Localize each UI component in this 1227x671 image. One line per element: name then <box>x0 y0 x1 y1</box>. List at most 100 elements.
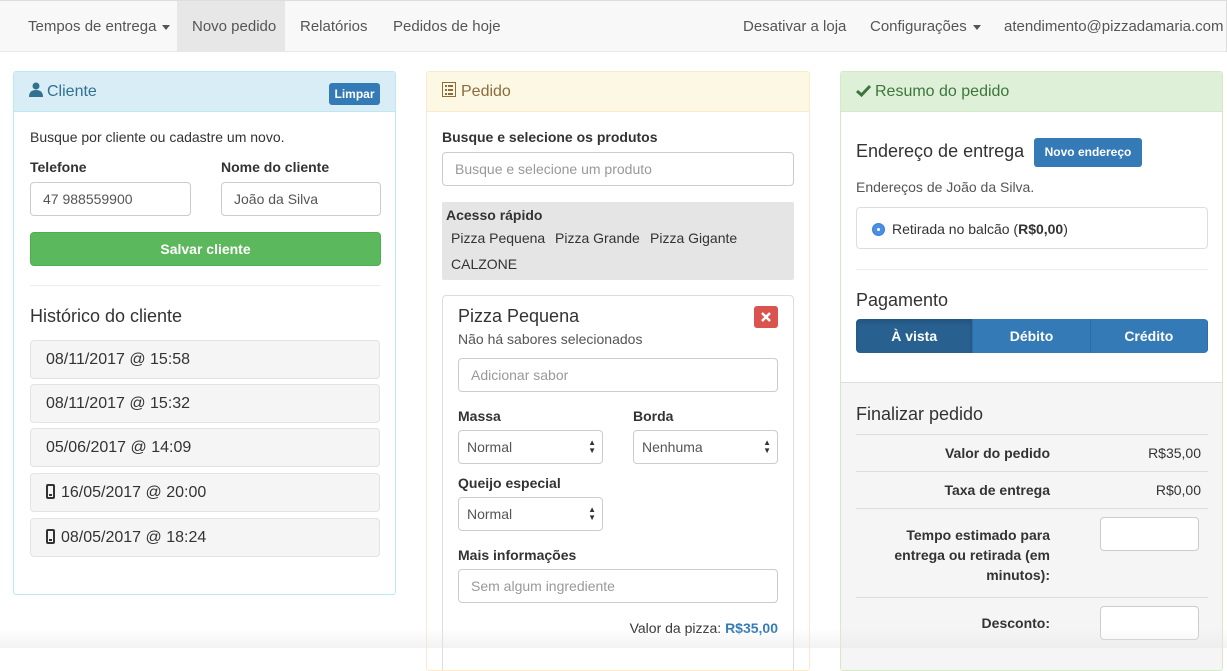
quick-calzone[interactable]: CALZONE <box>451 256 517 272</box>
divider <box>856 508 1208 509</box>
divider <box>856 597 1208 598</box>
pagamento-button-group: À vista Débito Crédito <box>856 319 1208 353</box>
divider <box>30 285 381 286</box>
queijo-especial-label: Queijo especial <box>458 475 561 491</box>
pay-a-vista-button[interactable]: À vista <box>856 319 974 353</box>
nav-email-label: atendimento@pizzadamaria.com <box>1004 18 1224 35</box>
nome-cliente-label: Nome do cliente <box>221 159 330 175</box>
cliente-intro-text: Busque por cliente ou cadastre um novo. <box>30 129 285 145</box>
historico-item-date: 16/05/2017 @ 20:00 <box>61 484 207 501</box>
mais-informacoes-input[interactable]: Sem algum ingrediente <box>458 569 778 603</box>
resumo-panel-title: Resumo do pedido <box>875 83 1010 100</box>
borda-value: Nenhuma <box>642 439 703 455</box>
historico-item-date: 08/05/2017 @ 18:24 <box>61 529 207 546</box>
pay-debito-button[interactable]: Débito <box>973 319 1091 353</box>
retirada-valor: R$0,00 <box>1018 221 1064 237</box>
historico-item[interactable]: 08/05/2017 @ 18:24 <box>30 518 380 557</box>
caret-down-icon <box>972 24 981 30</box>
taxa-entrega-label: Taxa de entrega <box>944 482 1050 498</box>
cliente-panel: Cliente Limpar Busque por cliente ou cad… <box>13 71 396 595</box>
select-arrows-icon: ▲ ▼ <box>588 438 596 455</box>
divider <box>856 269 1208 270</box>
busca-produto-input[interactable]: Busque e selecione um produto <box>442 152 794 186</box>
nav-novo-pedido[interactable]: Novo pedido <box>177 1 285 52</box>
historico-item[interactable]: 16/05/2017 @ 20:00 <box>30 473 380 512</box>
retirada-balcao-option[interactable]: Retirada no balcão (R$0,00) <box>856 207 1208 249</box>
nav-configuracoes-dropdown[interactable]: Configurações <box>855 1 996 52</box>
pagamento-title: Pagamento <box>856 290 949 310</box>
finalizar-pedido-title: Finalizar pedido <box>856 404 984 424</box>
valor-pedido-label: Valor do pedido <box>944 445 1050 461</box>
list-alt-icon <box>442 82 456 97</box>
enderecos-de-text: Endereços de João da Silva. <box>856 179 1035 195</box>
massa-select[interactable]: Normal ▲ ▼ <box>458 430 603 464</box>
queijo-value: Normal <box>467 506 513 522</box>
pizza-item-title: Pizza Pequena <box>458 306 580 326</box>
nav-relatorios[interactable]: Relatórios <box>285 1 383 52</box>
remove-item-button[interactable] <box>754 306 778 328</box>
acesso-rapido-label: Acesso rápido <box>446 207 543 223</box>
salvar-cliente-button[interactable]: Salvar cliente <box>30 232 381 266</box>
telefone-input[interactable]: 47 988559900 <box>30 182 191 216</box>
nav-desativar-loja[interactable]: Desativar a loja <box>728 1 861 52</box>
quick-pizza-grande[interactable]: Pizza Grande <box>555 230 640 246</box>
historico-item-date: 08/11/2017 @ 15:32 <box>46 395 191 412</box>
tempo-label-line: Tempo estimado para <box>906 527 1050 543</box>
pedido-panel-heading: Pedido <box>427 72 809 112</box>
quick-pizza-gigante[interactable]: Pizza Gigante <box>650 230 737 246</box>
historico-item[interactable]: 08/11/2017 @ 15:58 <box>30 340 380 379</box>
nav-pedidos-hoje[interactable]: Pedidos de hoje <box>378 1 516 52</box>
pay-credito-button[interactable]: Crédito <box>1090 319 1208 353</box>
endereco-entrega-title: Endereço de entrega <box>856 141 1025 161</box>
cliente-panel-title: Cliente <box>47 83 97 100</box>
divider <box>856 471 1208 472</box>
historico-item-date: 05/06/2017 @ 14:09 <box>46 439 192 456</box>
caret-down-icon <box>162 24 171 30</box>
telefone-label: Telefone <box>30 159 87 175</box>
navbar: Tempos de entrega Novo pedido Relatórios… <box>0 0 1227 52</box>
resumo-panel-heading: Resumo do pedido <box>841 72 1222 112</box>
retirada-paren: ) <box>1063 221 1068 237</box>
tempo-label-line: entrega ou retirada (em <box>894 547 1050 563</box>
radio-selected-icon[interactable] <box>872 223 885 236</box>
select-arrows-icon: ▲ ▼ <box>588 505 596 522</box>
pedido-panel-title: Pedido <box>461 83 511 100</box>
select-arrows-icon: ▲ ▼ <box>763 438 771 455</box>
retirada-text: Retirada no balcão ( <box>892 221 1019 237</box>
resumo-panel: Resumo do pedido Endereço de entrega Nov… <box>840 71 1223 671</box>
nav-relatorios-label: Relatórios <box>300 18 368 35</box>
historico-title: Histórico do cliente <box>30 306 183 326</box>
phone-icon <box>46 529 55 544</box>
nav-novo-label: Novo pedido <box>192 18 277 35</box>
adicionar-sabor-input[interactable]: Adicionar sabor <box>458 358 778 392</box>
massa-value: Normal <box>467 439 513 455</box>
queijo-especial-select[interactable]: Normal ▲ ▼ <box>458 497 603 531</box>
historico-item[interactable]: 08/11/2017 @ 15:32 <box>30 384 380 423</box>
quick-pizza-pequena[interactable]: Pizza Pequena <box>451 230 545 246</box>
busca-produtos-label: Busque e selecione os produtos <box>442 129 658 145</box>
divider <box>856 434 1208 435</box>
tempo-estimado-input[interactable] <box>1100 517 1199 551</box>
nav-tempos-dropdown[interactable]: Tempos de entrega <box>13 1 185 52</box>
nav-config-label: Configurações <box>870 18 967 35</box>
retirada-label: Retirada no balcão (R$0,00) <box>892 221 1068 237</box>
borda-select[interactable]: Nenhuma ▲ ▼ <box>633 430 778 464</box>
mais-informacoes-label: Mais informações <box>458 547 577 563</box>
pizza-item-box: Pizza Pequena Não há sabores selecionado… <box>442 295 794 670</box>
acesso-rapido-box: Acesso rápido Pizza Pequena Pizza Grande… <box>442 202 794 280</box>
nav-user-email[interactable]: atendimento@pizzadamaria.com <box>989 1 1227 52</box>
tempo-estimado-label: Tempo estimado para entrega ou retirada (… <box>894 525 1050 585</box>
page-bottom-fade <box>0 628 1227 648</box>
check-icon <box>856 84 872 98</box>
borda-label: Borda <box>633 408 674 424</box>
massa-label: Massa <box>458 408 501 424</box>
close-icon <box>761 312 771 322</box>
novo-endereco-button[interactable]: Novo endereço <box>1034 138 1142 167</box>
valor-pedido-value: R$35,00 <box>1148 445 1201 461</box>
pizza-item-subtitle: Não há sabores selecionados <box>458 331 643 347</box>
historico-item-date: 08/11/2017 @ 15:58 <box>46 351 191 368</box>
pedido-panel: Pedido Busque e selecione os produtos Bu… <box>426 71 810 671</box>
nome-cliente-input[interactable]: João da Silva <box>221 182 381 216</box>
limpar-button[interactable]: Limpar <box>329 83 380 105</box>
historico-item[interactable]: 05/06/2017 @ 14:09 <box>30 428 380 467</box>
